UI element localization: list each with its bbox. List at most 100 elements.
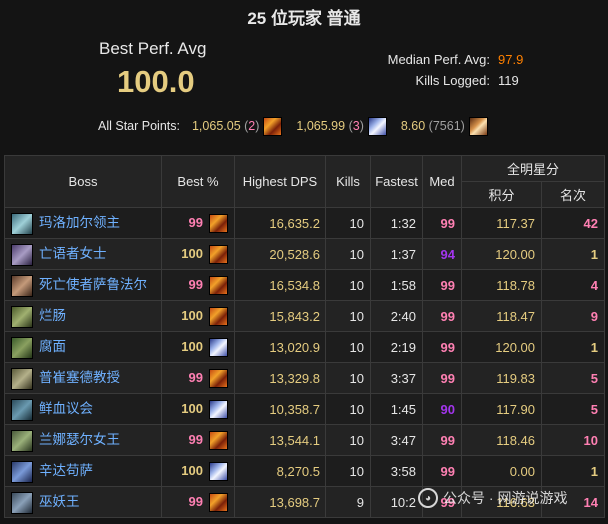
kills-logged-label: Kills Logged: (415, 73, 490, 88)
median-cell: 90 (422, 393, 462, 425)
boss-portrait-icon (11, 212, 33, 235)
boss-name[interactable]: 腐面 (39, 339, 66, 354)
boss-cell[interactable]: 亡语者女士 (4, 238, 162, 270)
boss-cell[interactable]: 死亡使者萨鲁法尔 (4, 269, 162, 301)
best-percent-value: 100 (181, 307, 203, 323)
best-percent-value: 100 (181, 400, 203, 416)
table-row[interactable]: 腐面 100 13,020.9 10 2:19 99 120.00 1 (4, 331, 606, 363)
fire-spec-icon[interactable] (209, 213, 228, 233)
best-percent-value: 99 (188, 276, 203, 292)
fire-spec-icon[interactable] (209, 368, 228, 388)
kills-cell: 10 (325, 455, 371, 487)
frost-spec-icon[interactable] (209, 337, 228, 357)
page-title: 25 位玩家 普通 (247, 9, 361, 28)
allstar-rank-cell: 5 (540, 393, 606, 425)
boss-cell[interactable]: 玛洛加尔领主 (4, 207, 162, 239)
allstar-points-cell: 117.90 (461, 393, 542, 425)
best-percent-value: 100 (181, 338, 203, 354)
col-header-best[interactable]: Best % (161, 155, 235, 208)
boss-cell[interactable]: 鲜血议会 (4, 393, 162, 425)
kills-cell: 10 (325, 238, 371, 270)
frost-spec-icon[interactable] (209, 461, 228, 481)
col-header-boss[interactable]: Boss (4, 155, 162, 208)
all-star-points-value: 1,065.99 (296, 119, 346, 133)
boss-portrait-icon (11, 305, 33, 328)
allstar-points-cell: 117.37 (461, 207, 542, 239)
boss-name[interactable]: 亡语者女士 (39, 246, 107, 261)
table-row[interactable]: 亡语者女士 100 20,528.6 10 1:37 94 120.00 1 (4, 238, 606, 270)
col-header-fastest[interactable]: Fastest (370, 155, 423, 208)
allstar-rank-cell: 1 (540, 238, 606, 270)
boss-name[interactable]: 普崔塞德教授 (39, 370, 120, 385)
boss-name[interactable]: 烂肠 (39, 308, 66, 323)
col-header-dps[interactable]: Highest DPS (234, 155, 326, 208)
frost-spec-icon[interactable] (367, 116, 387, 136)
all-star-points-value: 8.60 (400, 119, 426, 133)
boss-cell[interactable]: 辛达苟萨 (4, 455, 162, 487)
col-header-allstar: 全明星分 (460, 155, 606, 182)
fire-spec-icon[interactable] (209, 492, 228, 512)
fire-spec-icon[interactable] (209, 430, 228, 450)
fastest-cell: 3:47 (370, 424, 423, 456)
best-percent-cell: 100 (161, 331, 235, 363)
highest-dps-cell: 13,329.8 (234, 362, 326, 394)
best-percent-cell: 100 (161, 393, 235, 425)
boss-cell[interactable]: 兰娜瑟尔女王 (4, 424, 162, 456)
boss-name[interactable]: 鲜血议会 (39, 401, 93, 416)
highest-dps-cell: 20,528.6 (234, 238, 326, 270)
fire-spec-icon[interactable] (209, 275, 228, 295)
highest-dps-cell: 8,270.5 (234, 455, 326, 487)
col-header-points[interactable]: 积分 (461, 181, 542, 208)
best-percent-cell: 99 (161, 269, 235, 301)
all-star-rank: 7561 (432, 119, 461, 133)
median-cell: 99 (422, 331, 462, 363)
col-header-med[interactable]: Med (422, 155, 462, 208)
highest-dps-cell: 13,698.7 (234, 486, 326, 518)
boss-name[interactable]: 兰娜瑟尔女王 (39, 432, 120, 447)
boss-cell[interactable]: 普崔塞德教授 (4, 362, 162, 394)
boss-name[interactable]: 巫妖王 (39, 494, 80, 509)
best-percent-cell: 100 (161, 300, 235, 332)
best-percent-cell: 99 (161, 486, 235, 518)
best-percent-cell: 99 (161, 362, 235, 394)
fire-spec-icon[interactable] (263, 116, 283, 136)
allstar-rank-cell: 1 (540, 331, 606, 363)
table-row[interactable]: 辛达苟萨 100 8,270.5 10 3:58 99 0.00 1 (4, 455, 606, 487)
boss-portrait-icon (11, 398, 33, 421)
fire-spec-icon[interactable] (209, 306, 228, 326)
table-row[interactable]: 鲜血议会 100 10,358.7 10 1:45 90 117.90 5 (4, 393, 606, 425)
median-cell: 99 (422, 424, 462, 456)
best-percent-value: 99 (188, 214, 203, 230)
boss-cell[interactable]: 腐面 (4, 331, 162, 363)
col-header-kills[interactable]: Kills (325, 155, 371, 208)
best-percent-value: 100 (181, 245, 203, 261)
boss-name[interactable]: 辛达苟萨 (39, 463, 93, 478)
table-row[interactable]: 兰娜瑟尔女王 99 13,544.1 10 3:47 99 118.46 10 (4, 424, 606, 456)
fastest-cell: 10:2 (370, 486, 423, 518)
fastest-cell: 1:45 (370, 393, 423, 425)
boss-cell[interactable]: 巫妖王 (4, 486, 162, 518)
col-header-rank[interactable]: 名次 (540, 181, 606, 208)
frost-spec-icon[interactable] (209, 399, 228, 419)
median-cell: 99 (422, 362, 462, 394)
allstar-points-cell: 118.47 (461, 300, 542, 332)
boss-name[interactable]: 死亡使者萨鲁法尔 (39, 277, 147, 292)
boss-cell[interactable]: 烂肠 (4, 300, 162, 332)
fastest-cell: 1:32 (370, 207, 423, 239)
allstar-points-cell: 119.83 (461, 362, 542, 394)
boss-portrait-icon (11, 460, 33, 483)
table-row[interactable]: 玛洛加尔领主 99 16,635.2 10 1:32 99 117.37 42 (4, 207, 606, 239)
allstar-rank-cell: 10 (540, 424, 606, 456)
fire-spec-icon[interactable] (209, 244, 228, 264)
best-percent-cell: 99 (161, 424, 235, 456)
table-row[interactable]: 烂肠 100 15,843.2 10 2:40 99 118.47 9 (4, 300, 606, 332)
boss-name[interactable]: 玛洛加尔领主 (39, 215, 120, 230)
arcane-spec-icon[interactable] (468, 116, 488, 136)
table-row[interactable]: 普崔塞德教授 99 13,329.8 10 3:37 99 119.83 5 (4, 362, 606, 394)
allstar-points-cell: 118.78 (461, 269, 542, 301)
fastest-cell: 3:37 (370, 362, 423, 394)
table-row[interactable]: 死亡使者萨鲁法尔 99 16,534.8 10 1:58 99 118.78 4 (4, 269, 606, 301)
all-star-rank: 3 (352, 119, 360, 133)
allstar-rank-cell: 1 (540, 455, 606, 487)
all-star-points: All Star Points: 1,065.05 (2) 1,065.99 (… (98, 116, 488, 136)
